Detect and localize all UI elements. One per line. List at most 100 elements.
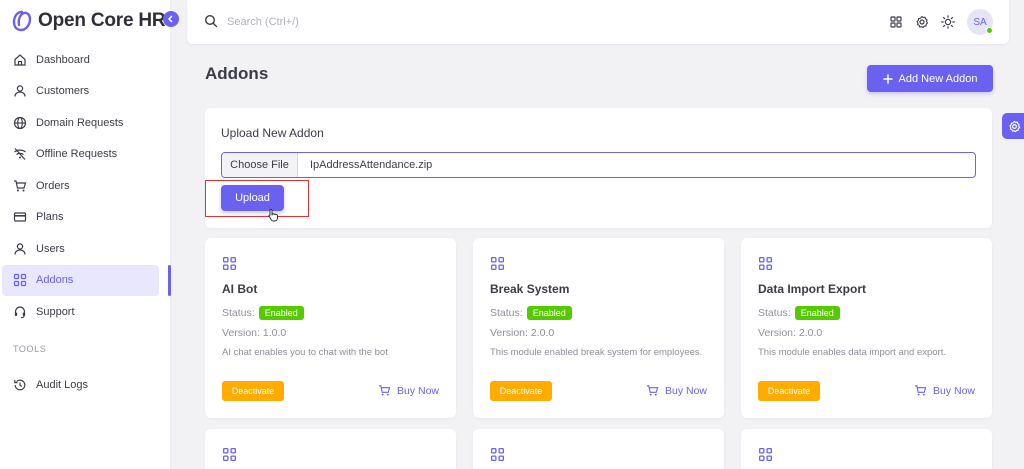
buy-now-label: Buy Now [932,384,975,397]
sidebar-item-users[interactable]: Users [0,233,171,265]
avatar-initials: SA [973,16,987,28]
cart-icon [646,384,659,397]
deactivate-button[interactable]: Deactivate [758,381,820,401]
avatar[interactable]: SA [967,9,993,35]
top-navbar: SA [187,0,1009,44]
apps-icon [490,256,505,271]
top-actions: SA [889,9,993,35]
version-label: Version: [490,327,528,339]
version-label: Version: [758,327,796,339]
sidebar-item-customers[interactable]: Customers [0,76,171,108]
version-value: 2.0.0 [530,327,555,339]
sidebar-item-label: Customers [36,85,90,98]
credit-card-icon [13,210,27,224]
addon-description: This module enables data import and expo… [758,347,946,358]
addon-status: Status: Enabled [758,306,840,320]
gear-icon[interactable] [915,15,929,29]
page-title: Addons [205,64,269,83]
sidebar-section-tools: TOOLS [13,343,47,354]
customizer-toggle-button[interactable] [1002,113,1024,139]
search-icon[interactable] [204,14,218,28]
status-label: Status: [758,307,791,319]
status-badge: Enabled [526,306,572,320]
sidebar-item-support[interactable]: Support [0,296,171,328]
status-badge: Enabled [258,306,304,320]
addon-version: Version: 1.0.0 [222,327,286,339]
addon-name: AI Bot [222,282,258,296]
search-input[interactable] [227,12,527,32]
cart-icon [13,179,27,193]
choose-file-button[interactable]: Choose File [222,153,298,177]
addon-name: Break System [490,282,570,296]
addon-version: Version: 2.0.0 [490,327,554,339]
buy-now-link[interactable]: Buy Now [914,384,975,397]
apps-icon [758,447,773,462]
status-label: Status: [490,307,523,319]
upload-card-title: Upload New Addon [221,126,324,140]
sidebar-item-orders[interactable]: Orders [0,170,171,202]
addon-card-partial [473,429,724,469]
buy-now-label: Buy Now [396,384,439,397]
sidebar-item-label: Users [36,242,65,255]
addon-card-partial [741,429,992,469]
headset-icon [13,305,27,319]
cart-icon [378,384,391,397]
addon-card-data-import-export: Data Import Export Status: Enabled Versi… [741,238,992,418]
addon-version: Version: 2.0.0 [758,327,822,339]
buy-now-link[interactable]: Buy Now [646,384,707,397]
deactivate-button[interactable]: Deactivate [222,381,284,401]
sidebar-item-domain-requests[interactable]: Domain Requests [0,107,171,139]
sidebar-item-offline-requests[interactable]: Offline Requests [0,139,171,171]
shortcuts-grid-icon[interactable] [889,15,903,29]
file-input[interactable]: Choose File IpAddressAttendance.zip [221,152,976,178]
version-value: 2.0.0 [798,327,823,339]
brand-name: Open Core HR [38,10,166,31]
version-value: 1.0.0 [262,327,287,339]
sidebar-item-audit-logs[interactable]: Audit Logs [0,370,171,402]
addon-card-break-system: Break System Status: Enabled Version: 2.… [473,238,724,418]
apps-icon [13,273,27,287]
history-icon [13,378,27,392]
add-new-addon-button[interactable]: Add New Addon [867,65,993,92]
addon-name: Data Import Export [758,282,867,296]
apps-icon [490,447,505,462]
sidebar-collapse-button[interactable] [163,11,179,27]
selected-file-name: IpAddressAttendance.zip [310,159,433,171]
brand-logo-icon [12,10,32,32]
deactivate-button[interactable]: Deactivate [490,381,552,401]
sidebar-item-label: Plans [36,211,64,224]
version-label: Version: [222,327,260,339]
hand-cursor-icon [268,209,278,222]
sidebar: Open Core HR Dashboard Customers Domain … [0,0,179,469]
sidebar-item-label: Dashboard [36,53,90,66]
sidebar-item-label: Offline Requests [36,148,118,161]
add-new-addon-label: Add New Addon [898,72,978,85]
upload-addon-card: Upload New Addon Choose File IpAddressAt… [205,108,992,228]
user-icon [13,242,27,256]
sidebar-item-label: Audit Logs [36,379,88,392]
apps-icon [222,447,237,462]
gear-icon [1008,120,1020,132]
addon-description: This module enabled break system for emp… [490,347,703,358]
sidebar-item-plans[interactable]: Plans [0,202,171,234]
sidebar-nav: Dashboard Customers Domain Requests Offl… [0,44,171,401]
apps-icon [222,256,237,271]
buy-now-link[interactable]: Buy Now [378,384,439,397]
globe-icon [13,116,27,130]
cart-icon [914,384,927,397]
chevron-left-icon [167,15,173,23]
brand[interactable]: Open Core HR [12,8,166,34]
addon-status: Status: Enabled [222,306,304,320]
sidebar-item-label: Addons [36,274,74,287]
status-label: Status: [222,307,255,319]
addon-card-partial [205,429,456,469]
home-icon [13,53,27,67]
sidebar-item-addons[interactable]: Addons [2,264,171,296]
sidebar-item-label: Domain Requests [36,116,124,129]
sun-icon[interactable] [941,15,955,29]
online-status-dot [986,27,993,34]
status-badge: Enabled [794,306,840,320]
sidebar-item-dashboard[interactable]: Dashboard [0,44,171,76]
buy-now-label: Buy Now [664,384,707,397]
sidebar-item-label: Orders [36,179,70,192]
